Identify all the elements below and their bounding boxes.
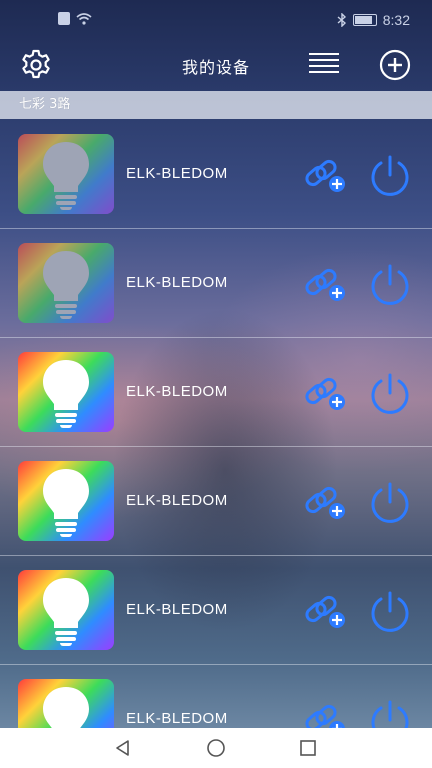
home-icon[interactable] [206,738,226,758]
bulb-thumbnail[interactable] [18,679,114,728]
bulb-thumbnail[interactable] [18,352,114,432]
bulb-thumbnail[interactable] [18,570,114,650]
device-row[interactable]: ELK-BLEDOM [0,338,432,447]
device-row[interactable]: ELK-BLEDOM [0,665,432,728]
battery-icon [352,14,377,26]
device-name: ELK-BLEDOM [126,710,228,727]
sim-icon [58,12,70,25]
bulb-thumbnail[interactable] [18,461,114,541]
add-circle-icon[interactable] [378,48,412,82]
bulb-icon [43,142,89,210]
power-icon[interactable] [367,480,413,526]
power-icon[interactable] [367,371,413,417]
device-name: ELK-BLEDOM [126,165,228,182]
bulb-icon [43,469,89,537]
link-add-icon[interactable] [302,156,350,196]
link-add-icon[interactable] [302,265,350,305]
device-row[interactable]: ELK-BLEDOM [0,556,432,665]
device-name: ELK-BLEDOM [126,601,228,618]
status-left [58,12,92,25]
device-name: ELK-BLEDOM [126,383,228,400]
bulb-icon [43,578,89,646]
device-list: ELK-BLEDOM ELK-BLEDOM ELK-BLEDOM ELK-BLE… [0,120,432,728]
group-header[interactable]: 七彩 3路 [0,91,432,119]
bulb-thumbnail[interactable] [18,134,114,214]
app-bar: 我的设备 [0,40,432,90]
power-icon[interactable] [367,589,413,635]
system-nav-bar [0,728,432,768]
menu-icon[interactable] [306,48,340,82]
link-add-icon[interactable] [302,592,350,632]
back-icon[interactable] [113,738,133,758]
link-add-icon[interactable] [302,701,350,728]
device-name: ELK-BLEDOM [126,492,228,509]
power-icon[interactable] [367,698,413,728]
device-name: ELK-BLEDOM [126,274,228,291]
link-add-icon[interactable] [302,374,350,414]
bulb-icon [43,360,89,428]
recent-apps-icon[interactable] [298,738,318,758]
device-row[interactable]: ELK-BLEDOM [0,447,432,556]
bulb-thumbnail[interactable] [18,243,114,323]
status-right: 8:32 [337,12,410,28]
bulb-icon [43,251,89,319]
bluetooth-icon [337,13,346,27]
power-icon[interactable] [367,262,413,308]
page-title: 我的设备 [181,58,250,77]
device-row[interactable]: ELK-BLEDOM [0,229,432,338]
status-bar: 8:32 [0,0,432,40]
wifi-icon [76,12,92,25]
power-icon[interactable] [367,153,413,199]
bulb-icon [43,687,89,728]
device-row[interactable]: ELK-BLEDOM [0,120,432,229]
status-time: 8:32 [382,12,410,28]
link-add-icon[interactable] [302,483,350,523]
